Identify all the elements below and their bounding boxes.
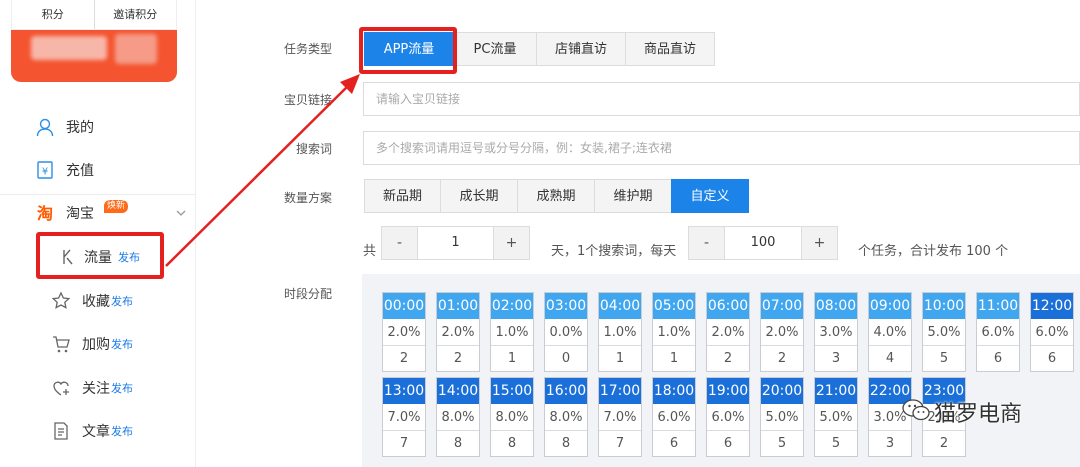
wechat-icon: [902, 397, 930, 427]
watermark: 猫罗电商: [902, 396, 1022, 428]
watermark-text: 猫罗电商: [934, 402, 1023, 427]
